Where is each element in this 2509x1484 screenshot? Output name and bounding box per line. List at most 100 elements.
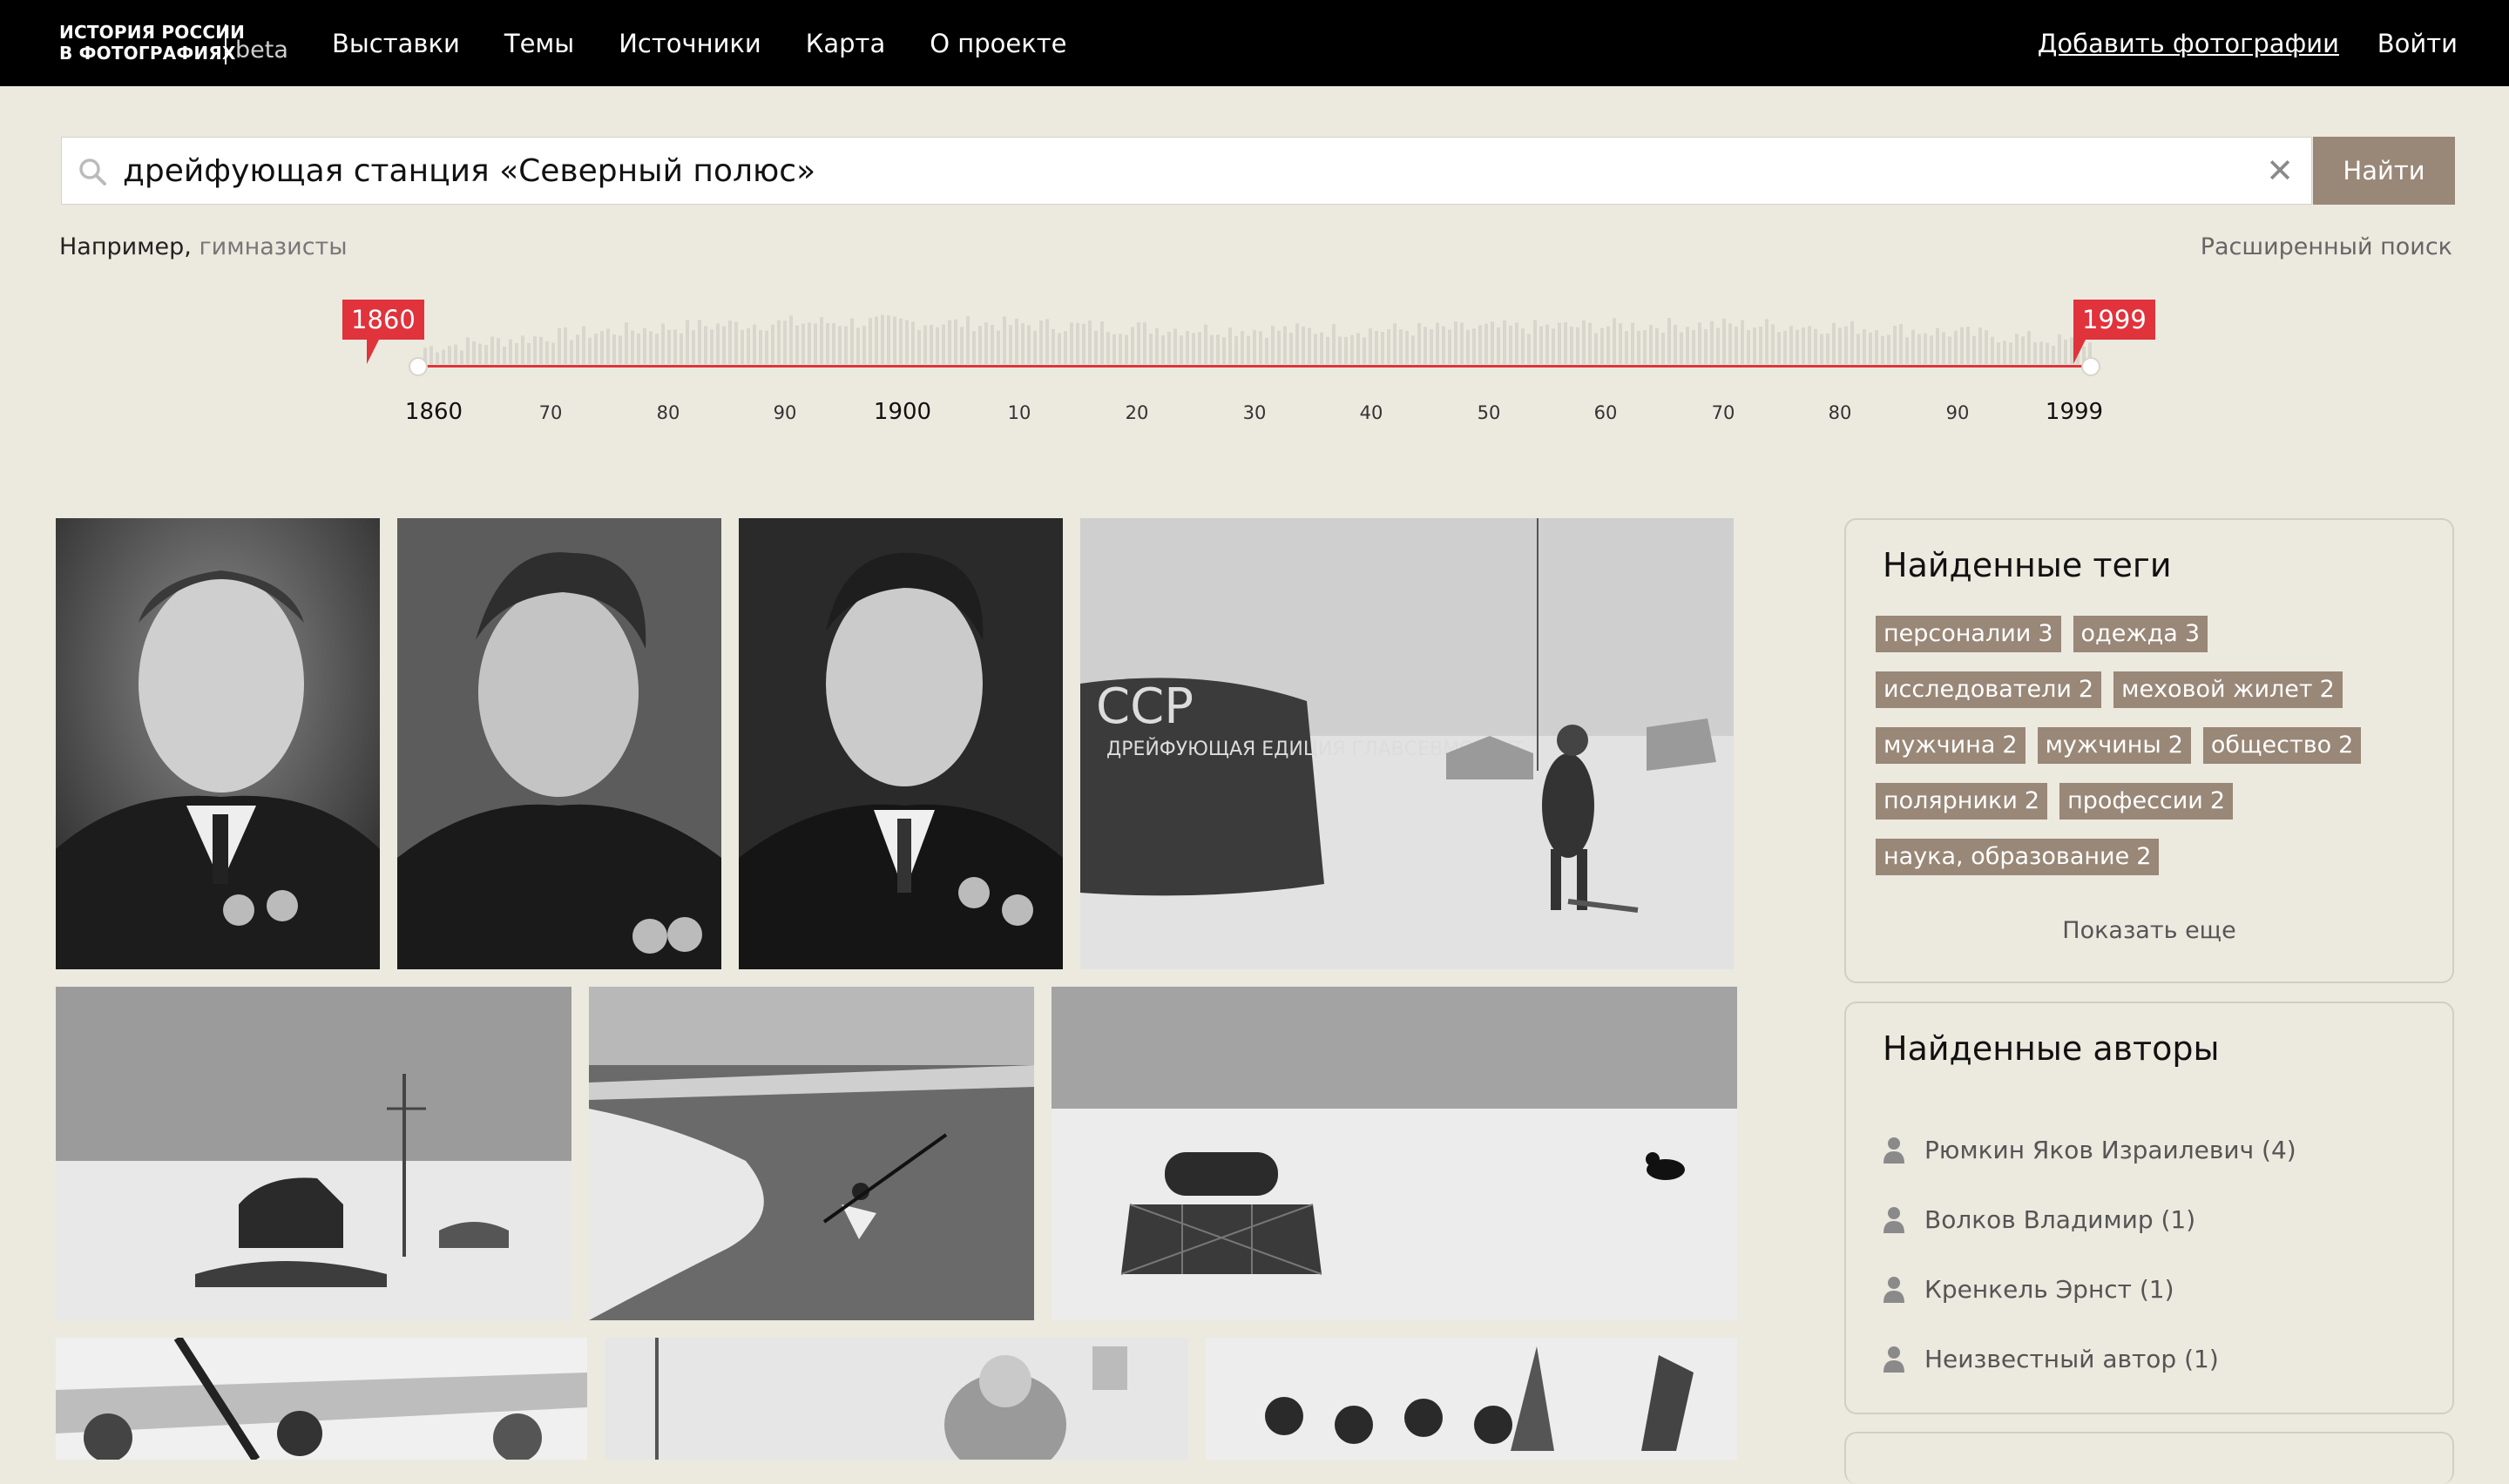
tag-chip[interactable]: общество 2 [2202,727,2362,764]
tag-chip[interactable]: профессии 2 [2059,783,2234,820]
histogram-bar [960,327,964,364]
year-to-flag[interactable]: 1999 [2073,300,2155,364]
tag-chip[interactable]: наука, образование 2 [1876,839,2160,875]
login-link[interactable]: Войти [2377,24,2458,63]
tag-chip[interactable]: мужчина 2 [1876,727,2025,764]
close-icon[interactable]: ✕ [2266,153,2294,188]
histogram-bar [673,329,677,364]
timeline-track[interactable] [418,365,2093,368]
top-bar: ИСТОРИЯ РОССИИ В ФОТОГРАФИЯХ beta Выстав… [0,0,2509,86]
histogram-bar [1637,330,1640,364]
kayak-image [589,987,1034,1320]
histogram-bar [1966,327,1970,364]
histogram-bar [1027,325,1031,364]
histogram-bar [1936,327,1939,364]
histogram-bar [1210,334,1214,364]
histogram-bar [527,343,531,364]
tag-count: 3 [2038,620,2053,647]
author-item[interactable]: Волков Владимир (1) [1883,1184,2296,1254]
photo-flags[interactable] [1206,1338,1737,1460]
histogram-bar [1722,318,1726,364]
tag-chip[interactable]: полярники 2 [1876,783,2048,820]
histogram-bar [1484,323,1488,364]
photo-kayak[interactable] [589,987,1034,1320]
histogram-bar [1052,328,1055,364]
histogram-bar [539,336,543,364]
histogram-bar [1960,327,1964,364]
tag-chip[interactable]: одежда 3 [2073,616,2208,652]
histogram-bar [1741,320,1744,364]
panel-title: Найденные авторы [1883,1029,2220,1068]
found-tags-panel: Найденные теги персоналии 3 одежда 3 иссле… [1844,518,2454,983]
photo-tent-camp[interactable]: ССР ДРЕЙФУЮЩАЯ ЕДИЦИЯ ГЛАВСЕВМОРПУТ [1080,518,1734,969]
search-button[interactable]: Найти [2313,137,2455,205]
histogram-bar [2033,342,2037,364]
histogram-bar [1387,329,1390,364]
nav-sources[interactable]: Источники [619,24,761,63]
histogram-bar [1619,323,1622,364]
histogram-bar [972,331,976,364]
histogram-bar [1552,328,1555,364]
histogram-bar [765,330,768,364]
nav-exhibitions[interactable]: Выставки [332,24,460,63]
year-from-flag[interactable]: 1860 [342,300,424,364]
photo-airplane[interactable] [56,1338,587,1460]
photo-portrait-3[interactable] [739,518,1063,969]
photo-portrait-2[interactable] [397,518,721,969]
histogram-bar [1972,335,1976,364]
tag-chip[interactable]: меховой жилет 2 [2113,671,2343,708]
tag-chip[interactable]: исследователи 2 [1876,671,2102,708]
nav-map[interactable]: Карта [806,24,885,63]
histogram-bar [2027,331,2031,364]
portrait-image [397,518,721,969]
histogram-bar [1424,327,1427,364]
tick-label: 30 [1242,402,1267,423]
histogram-bar [704,326,707,364]
histogram-bar [582,326,585,364]
tick-label: 50 [1477,402,1501,423]
histogram-bar [899,318,903,364]
site-logo[interactable]: ИСТОРИЯ РОССИИ В ФОТОГРАФИЯХ [59,22,245,64]
photo-portrait-1[interactable] [56,518,380,969]
tag-label: профессии [2067,787,2203,814]
histogram-bar [1978,327,1982,364]
histogram-bar [497,338,500,364]
histogram-bar [521,335,524,364]
search-input[interactable] [123,138,2231,204]
advanced-search-link[interactable]: Расширенный поиск [2201,233,2452,260]
histogram-bar [1509,325,1512,364]
histogram-bar [1454,321,1457,364]
add-photos-link[interactable]: Добавить фотографии [2038,24,2339,63]
nav-themes[interactable]: Темы [504,24,574,63]
example-link[interactable]: гимназисты [199,233,347,260]
histogram-bar [1820,334,1823,364]
photo-ice-dog[interactable] [1052,987,1737,1320]
tag-chip[interactable]: мужчины 2 [2037,727,2191,764]
flags-image [1206,1338,1737,1460]
histogram-bar [698,320,701,364]
tag-chip[interactable]: персоналии 3 [1876,616,2061,652]
photo-camp-mast[interactable] [56,987,571,1320]
histogram-bar [1430,329,1433,364]
author-item[interactable]: Кренкель Эрнст (1) [1883,1254,2296,1324]
histogram-bar [472,341,476,364]
histogram-bar [1411,335,1415,364]
histogram-bar [1119,334,1122,364]
histogram-bar [1606,326,1610,364]
histogram-bar [692,330,695,364]
histogram-bar [680,333,683,364]
panel-title: Найденные теги [1883,546,2172,584]
tag-count: 2 [2167,732,2183,759]
show-more-button[interactable]: Показать еще [1846,917,2452,944]
author-item[interactable]: Рюмкин Яков Израилевич (4) [1883,1115,2296,1184]
histogram-bar [686,320,689,364]
histogram-bar [991,324,994,364]
histogram-bar [1338,336,1342,364]
nav-about[interactable]: О проекте [930,24,1066,63]
year-histogram [423,314,2092,364]
tag-list: персоналии 3 одежда 3 исследователи 2 мехов… [1876,616,2433,894]
histogram-bar [1515,322,1518,364]
author-item[interactable]: Неизвестный автор (1) [1883,1324,2296,1393]
photo-man-writing[interactable] [605,1338,1188,1460]
timeline-handle-start[interactable] [409,357,428,376]
